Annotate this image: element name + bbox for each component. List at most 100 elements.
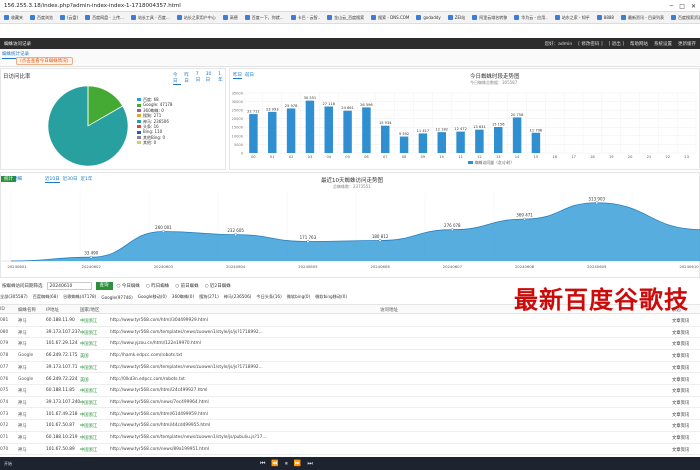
spider-filter-tag[interactable]: 今日头条(16) [256,294,281,300]
url-text[interactable]: 156.255.3.18/index.php?admin-index-index… [4,3,181,9]
query-button[interactable]: 查询 [95,282,113,290]
area-point[interactable] [234,233,238,237]
nav-link[interactable]: 更新缓存 [678,41,696,47]
bookmark-item[interactable]: 阿里云域名转移 [472,15,507,21]
nav-link[interactable]: 帮助网站 [630,41,648,47]
bookmark-item[interactable]: 华为云 - 应用.. [514,15,548,21]
bar[interactable] [305,100,315,153]
area-point[interactable] [161,230,165,233]
quick-date-button[interactable]: ○ 昨日蜘蛛 [146,283,169,289]
bookmark-item[interactable]: 站长工具 - 百度... [130,15,170,21]
trend-range-option[interactable]: 近1年 [80,176,92,183]
pie-range-option[interactable]: 今日 [173,72,182,85]
pie-range-option[interactable]: 7日 [196,72,203,85]
bar[interactable] [362,107,371,153]
next-icon[interactable]: ⏭ [307,460,312,468]
row-url[interactable]: http://www.tyr568.com/templates/news/zuo… [110,365,263,370]
table-row[interactable]: 078 Google 66.249.72.175 美国 http://hamk.edpc… [0,350,700,362]
legend-entry[interactable]: 其他: 0 [137,140,172,145]
pie-range-option[interactable]: 1年 [218,72,225,85]
row-url[interactable]: http://www.tyr568.com/html/61d499959.htm… [110,412,208,417]
pie-range-option[interactable]: 30日 [206,72,216,85]
spider-filter-tag[interactable]: 全部(305587) [0,294,28,300]
pie-range-option[interactable]: 昨日 [184,72,192,85]
bar[interactable] [437,132,446,153]
bar[interactable] [343,110,352,153]
area-point[interactable] [306,240,310,243]
rewind-icon[interactable]: ⏪ [271,460,278,467]
bookmark-item[interactable]: 站长之家用户中心 [176,15,216,21]
close-icon[interactable]: ✕ [691,3,696,10]
bar[interactable] [494,127,503,153]
area-point[interactable] [595,201,599,205]
row-url[interactable]: http://www.tyr568.com/templates/news/zuo… [110,435,266,440]
maximize-icon[interactable]: □ [679,3,685,10]
table-row[interactable]: 071 神马 60.188.10.219 中国浙江 http://www.tyr568.… [0,432,700,444]
row-url[interactable]: http://www.tyr568.com/html/24c499927.htm… [110,388,208,393]
row-url[interactable]: http://www.yjzou.cn/html/122e19970.html [110,341,201,346]
bar[interactable] [418,133,428,153]
address-bar[interactable]: 156.255.3.18/index.php?admin-index-index… [0,0,700,12]
table-row[interactable]: 079 神马 101.67.29.124 中国浙江 http://www.yjzou.c… [0,338,700,350]
prev-icon[interactable]: ⏮ [260,460,265,468]
row-url[interactable]: http://www.tyr568.com/html/30d499929.htm… [110,318,208,323]
bookmark-item[interactable]: 金山云_百度搜索 [327,15,364,21]
row-url[interactable]: http://www.tyr568.com/news/89a199951.htm… [110,447,209,452]
bar[interactable] [456,131,465,153]
table-row[interactable]: 081 神马 60.188.11.90 中国浙江 http://www.tyr568.c… [0,315,700,327]
bookmark-item[interactable]: 高德 [222,15,238,21]
row-url[interactable]: http://www.tyr568.com/html/44cd499955.ht… [110,423,210,428]
bar-day-option[interactable]: 前日 [245,72,254,79]
bookmark-item[interactable]: 8888 [596,15,614,20]
bookmark-item[interactable]: 站东之家 - 知乎 [554,15,590,21]
column-header[interactable]: 蜘蛛名称 [18,307,36,313]
bar-day-option[interactable]: 昨日 [233,72,242,79]
table-row[interactable]: 080 神马 39.173.107.237 中国浙江 http://www.tyr568… [0,327,700,339]
row-url[interactable]: http://0lkd3n.edpcc.com/robots.txt [110,377,185,382]
table-row[interactable]: 073 神马 101.67.49.218 中国浙江 http://www.tyr568.… [0,409,700,421]
nav-link[interactable]: [ 修改密码 ] [578,41,602,47]
bar[interactable] [381,125,390,153]
bookmark-item[interactable]: (云盘) [60,15,78,21]
spider-filter-tag[interactable]: 搜狗(271) [199,294,219,300]
row-url[interactable]: http://www.tyr568.com/news/7ec499964.htm… [110,400,209,405]
bar[interactable] [249,114,258,153]
spider-filter-tag[interactable]: 微软bing(0) [287,294,310,300]
bar[interactable] [512,117,522,153]
minimize-icon[interactable]: ─ [670,3,674,10]
row-url[interactable]: http://hamk.edpcc.com/robots.txt [110,353,182,358]
bookmark-item[interactable]: 百度浏览 [30,15,53,21]
bookmark-item[interactable]: 百度一下，你就... [244,15,284,21]
bar-legend-label[interactable]: 蜘蛛访问量（次/小时） [475,160,514,165]
bookmark-item[interactable]: 百度网盘 - 上传... [85,15,124,21]
area-point[interactable] [89,255,93,259]
spider-filter-tag[interactable]: 谷歌蜘蛛(47178) [63,294,96,300]
column-header[interactable]: 国家/地区 [80,307,100,313]
table-row[interactable]: 072 神马 101.67.50.87 中国浙江 http://www.tyr568.c… [0,420,700,432]
bar[interactable] [268,111,277,153]
bar[interactable] [324,106,333,153]
bar[interactable] [286,108,296,153]
today-spider-button[interactable]: (点击查看今日蜘蛛情况) [16,57,73,65]
spider-filter-tag[interactable]: 360蜘蛛(0) [172,294,194,300]
table-row[interactable]: 074 神马 39.173.107.240 中国浙江 http://www.tyr568… [0,397,700,409]
quick-date-button[interactable]: ○ 今日蜘蛛 [117,283,140,289]
date-input[interactable]: 20240610 [46,282,92,290]
spider-filter-tag[interactable]: 神马(236506) [224,294,252,300]
spider-filter-tag[interactable]: 微软bing移动(0) [315,294,347,300]
bar[interactable] [531,132,541,153]
quick-date-button[interactable]: ○ 前日蜘蛛 [175,283,198,289]
pause-icon[interactable]: ⏸ [285,460,288,468]
bookmark-item[interactable]: 搜索 - DNS.COM [371,15,409,21]
bar[interactable] [399,136,409,153]
column-header[interactable]: 访问地址 [380,307,398,313]
bookmark-item[interactable]: 卡巴 - 云智.. [290,15,320,21]
forward-icon[interactable]: ⏩ [294,460,301,467]
bookmark-item[interactable]: 收藏夹 [4,15,23,21]
trend-range-option[interactable]: 近30日 [63,176,78,183]
table-row[interactable]: 075 神马 60.188.11.85 中国浙江 http://www.tyr568.c… [0,385,700,397]
tab-detail[interactable]: 明细 [13,176,22,182]
bookmark-item[interactable]: godaddy [416,15,441,20]
nav-link[interactable]: 系统设置 [654,41,672,47]
column-header[interactable]: IP地址 [46,307,59,313]
